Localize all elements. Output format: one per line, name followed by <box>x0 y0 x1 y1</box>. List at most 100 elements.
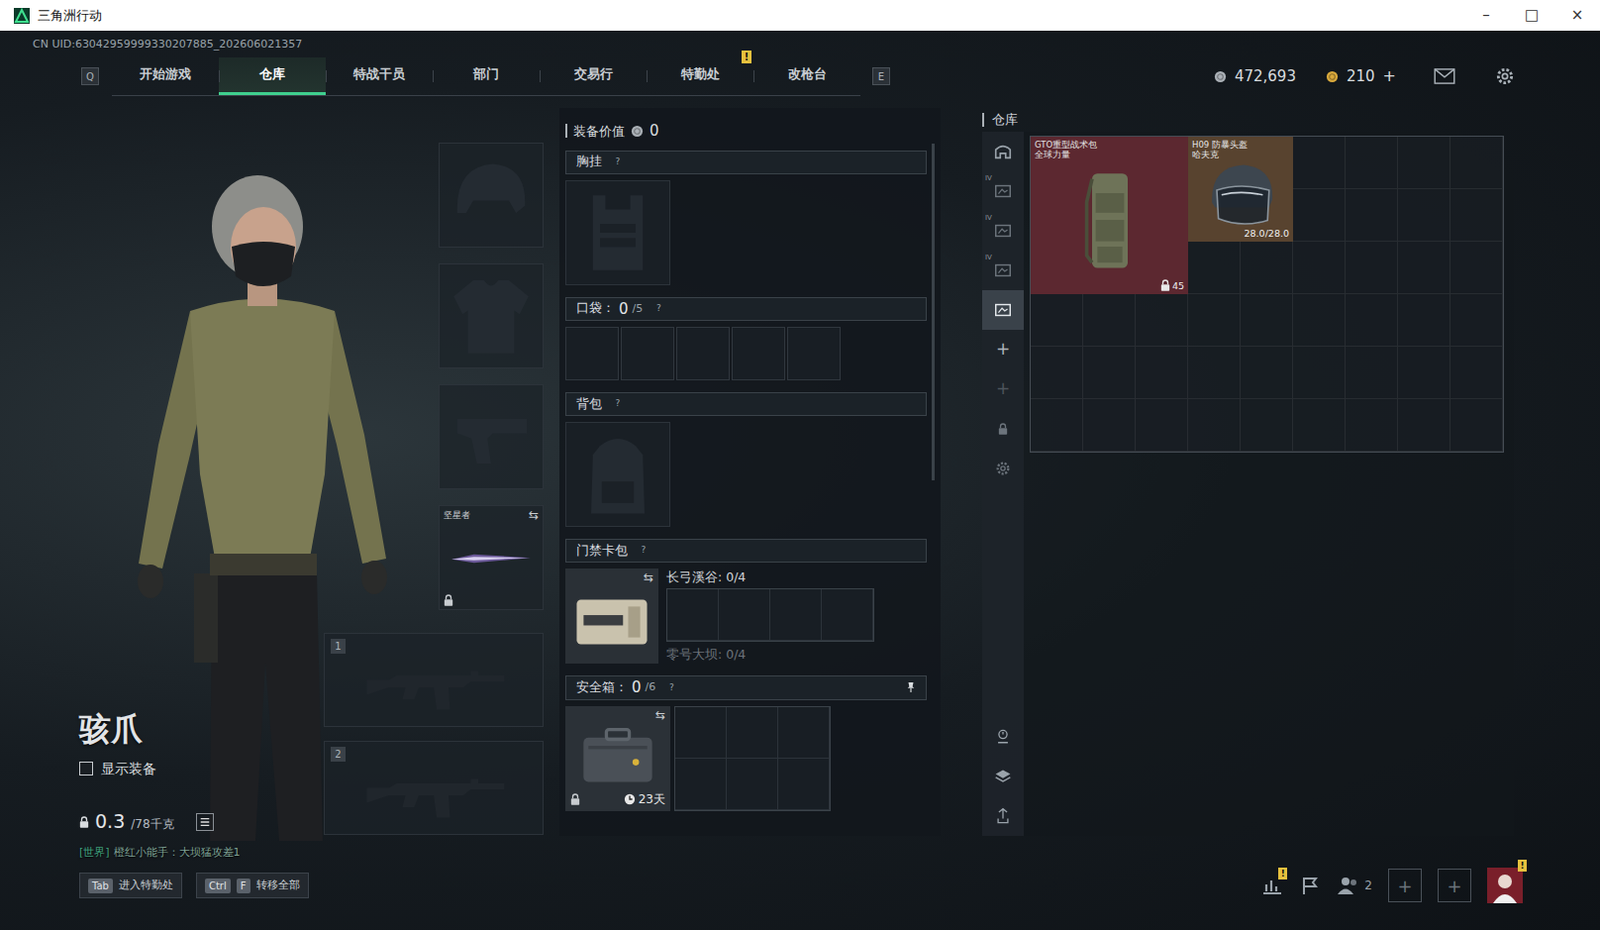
show-gear-toggle[interactable]: 显示装备 <box>79 758 324 780</box>
help-button[interactable]: ? <box>611 398 624 410</box>
grid-cell[interactable] <box>1135 399 1189 452</box>
grid-cell[interactable] <box>1240 294 1294 347</box>
grid-cell[interactable] <box>1345 241 1399 295</box>
add-currency-button[interactable]: + <box>1383 64 1397 89</box>
avatar-button[interactable]: ! <box>1487 867 1523 903</box>
grid-cell[interactable] <box>1240 241 1294 295</box>
grid-cell[interactable] <box>1398 294 1451 347</box>
grid-cell[interactable] <box>1345 189 1399 242</box>
grid-cell[interactable] <box>1450 346 1503 400</box>
empty-cell[interactable] <box>778 706 830 759</box>
nav-tab[interactable]: 部门 <box>432 57 540 96</box>
maximize-button[interactable]: □ <box>1508 0 1555 31</box>
nav-tab[interactable]: 开始游戏 <box>111 57 219 96</box>
warehouse-tab[interactable] <box>982 448 1024 489</box>
pocket-slot[interactable] <box>620 326 675 381</box>
empty-cell[interactable] <box>667 589 719 641</box>
grid-cell[interactable] <box>1345 136 1399 190</box>
grid-cell[interactable] <box>1450 189 1503 242</box>
checkbox[interactable] <box>79 761 94 776</box>
warehouse-tab[interactable]: IV <box>982 250 1024 291</box>
friends-button[interactable]: 2 <box>1336 875 1373 896</box>
settings-gear-icon[interactable] <box>1495 66 1515 87</box>
empty-cell[interactable] <box>675 758 727 810</box>
grid-cell[interactable] <box>1188 399 1241 452</box>
nav-tab[interactable]: 特战干员 <box>325 57 433 96</box>
prev-tab-key[interactable]: Q <box>81 67 100 86</box>
swap-button[interactable]: ⇆ <box>528 508 539 521</box>
grid-cell[interactable] <box>1450 241 1503 295</box>
empty-slot-button[interactable]: + <box>1437 868 1472 902</box>
chat-line[interactable]: [世界]橙红小能手：大坝猛攻差1 <box>79 844 324 861</box>
empty-cell[interactable] <box>778 758 830 810</box>
warehouse-tool[interactable] <box>982 716 1024 757</box>
empty-cell[interactable] <box>675 706 727 759</box>
melee-slot[interactable]: 坚星者⇆ <box>438 504 544 610</box>
grid-cell[interactable] <box>1135 294 1189 347</box>
weapon-slot[interactable]: 2 <box>323 740 544 835</box>
grid-cell[interactable] <box>1345 399 1399 452</box>
grid-cell[interactable] <box>1188 294 1241 347</box>
flag-button[interactable] <box>1299 874 1321 897</box>
backpack-slot[interactable] <box>565 421 671 527</box>
grid-cell[interactable] <box>1188 241 1241 295</box>
helmet-slot[interactable] <box>438 142 544 248</box>
grid-cell[interactable] <box>1083 294 1136 347</box>
grid-cell[interactable] <box>1398 136 1451 190</box>
grid-cell[interactable] <box>1083 346 1136 400</box>
pocket-slot[interactable] <box>731 326 786 381</box>
grid-cell[interactable] <box>1083 399 1136 452</box>
warehouse-tool[interactable] <box>982 756 1024 797</box>
grid-cell[interactable] <box>1345 346 1399 400</box>
pin-icon[interactable] <box>905 681 916 694</box>
grid-cell[interactable] <box>1240 346 1294 400</box>
nav-tab[interactable]: 交易行 <box>539 57 647 96</box>
grid-cell[interactable] <box>1450 294 1503 347</box>
stats-button[interactable]: ! <box>1261 875 1284 896</box>
nav-tab[interactable]: 仓库 <box>218 57 326 96</box>
scrollbar[interactable] <box>931 143 935 481</box>
warehouse-tab[interactable]: IV <box>982 171 1024 211</box>
empty-cell[interactable] <box>718 589 771 641</box>
empty-cell[interactable] <box>726 706 779 759</box>
grid-cell[interactable] <box>1450 136 1503 190</box>
swap-button[interactable]: ⇆ <box>643 571 654 584</box>
warehouse-tab[interactable] <box>982 131 1024 172</box>
warehouse-tab[interactable]: + <box>982 369 1024 409</box>
pocket-slot[interactable] <box>565 326 619 381</box>
help-button[interactable]: ? <box>665 681 678 694</box>
grid-cell[interactable] <box>1030 399 1084 452</box>
nav-tab[interactable]: 改枪台 <box>753 57 861 96</box>
grid-cell[interactable] <box>1030 346 1084 400</box>
warehouse-item[interactable]: GTO重型战术包全球力量45 <box>1030 136 1189 295</box>
help-button[interactable]: ? <box>652 302 665 315</box>
empty-cell[interactable] <box>770 589 822 641</box>
warehouse-tab[interactable] <box>982 408 1024 449</box>
warehouse-tab[interactable] <box>982 290 1024 330</box>
grid-cell[interactable] <box>1293 241 1346 295</box>
grid-cell[interactable] <box>1345 294 1399 347</box>
grid-cell[interactable] <box>1398 346 1451 400</box>
grid-cell[interactable] <box>1293 189 1346 242</box>
shortcut-hint[interactable]: Tab进入特勤处 <box>79 872 183 899</box>
grid-cell[interactable] <box>1398 399 1451 452</box>
close-button[interactable]: × <box>1554 0 1600 31</box>
grid-cell[interactable] <box>1135 346 1189 400</box>
swap-button[interactable]: ⇆ <box>655 708 666 721</box>
pocket-slot[interactable] <box>676 326 730 381</box>
next-tab-key[interactable]: E <box>872 67 891 86</box>
grid-cell[interactable] <box>1293 399 1346 452</box>
warehouse-tool[interactable] <box>982 796 1024 836</box>
empty-cell[interactable] <box>726 758 779 810</box>
grid-cell[interactable] <box>1030 294 1084 347</box>
empty-slot-button[interactable]: + <box>1388 868 1422 902</box>
grid-cell[interactable] <box>1398 241 1451 295</box>
keycard-case[interactable]: ⇆ <box>565 568 659 664</box>
grid-cell[interactable] <box>1240 399 1294 452</box>
pocket-slot[interactable] <box>787 326 841 381</box>
empty-cell[interactable] <box>821 589 874 641</box>
grid-cell[interactable] <box>1293 294 1346 347</box>
minimize-button[interactable]: – <box>1463 0 1509 31</box>
pistol-slot[interactable] <box>438 384 544 490</box>
grid-cell[interactable] <box>1293 136 1346 190</box>
